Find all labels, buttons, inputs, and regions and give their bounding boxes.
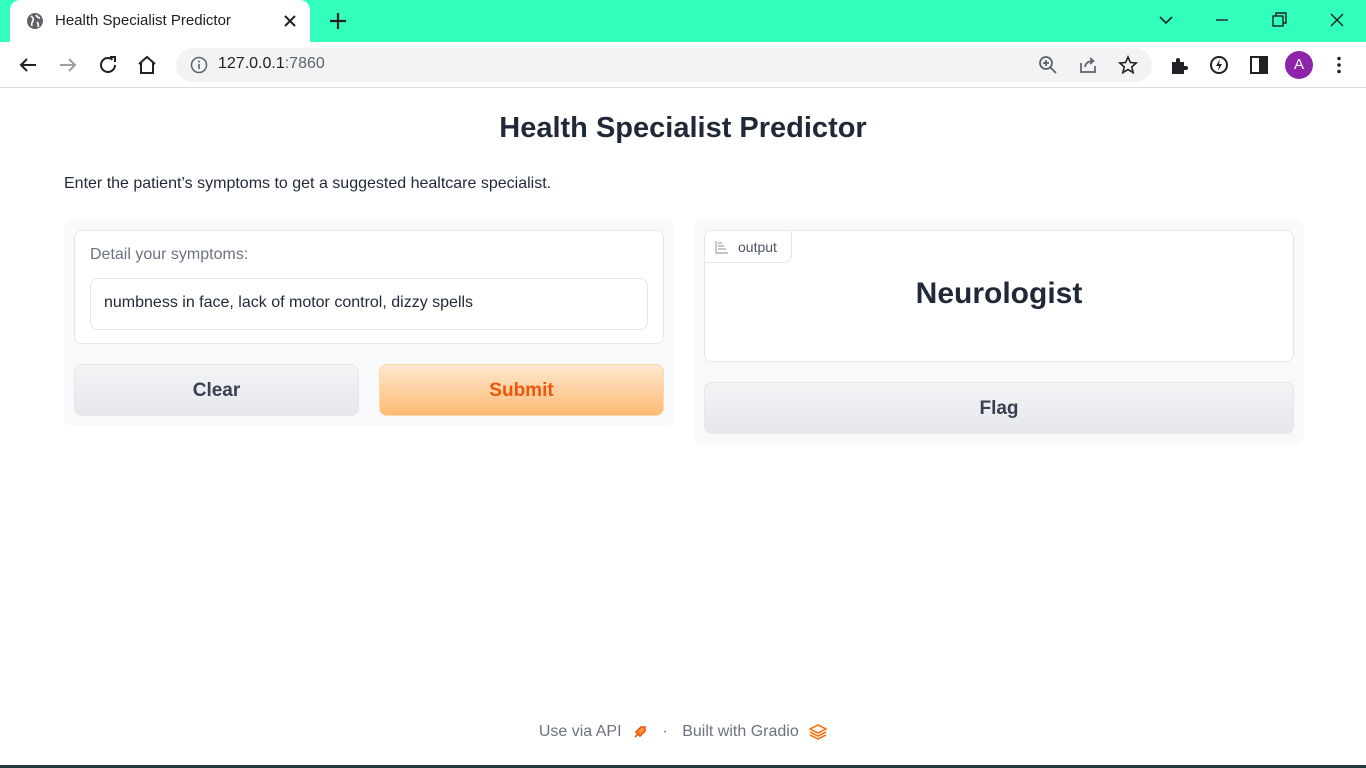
browser-toolbar: 127.0.0.1:7860 A [0,42,1366,88]
forward-icon[interactable] [56,53,80,77]
symptoms-input-value: numbness in face, lack of motor control,… [104,294,474,311]
zoom-icon[interactable] [1037,54,1059,76]
home-icon[interactable] [135,53,159,77]
share-icon[interactable] [1077,54,1099,76]
built-with-gradio-link[interactable]: Built with Gradio [682,723,799,740]
browser-tab[interactable]: Health Specialist Predictor [10,0,310,42]
output-label: output [738,239,777,255]
symptoms-input[interactable]: numbness in face, lack of motor control,… [90,278,648,330]
restore-icon[interactable] [1267,8,1291,32]
side-panel-icon[interactable] [1247,53,1271,77]
flag-button[interactable]: Flag [704,382,1294,434]
tab-strip: Health Specialist Predictor [0,0,1366,42]
use-via-api-link[interactable]: Use via API [539,723,622,740]
avatar[interactable]: A [1285,51,1313,79]
clear-button[interactable]: Clear [74,364,359,416]
label-icon [715,241,728,254]
menu-icon[interactable] [1327,53,1351,77]
output-panel: output Neurologist Flag [694,220,1304,444]
window-close-icon[interactable] [1325,8,1349,32]
submit-button[interactable]: Submit [379,364,664,416]
page-title: Health Specialist Predictor [499,112,867,144]
page-description: Enter the patient’s symptoms to get a su… [64,175,552,192]
close-icon[interactable] [280,11,300,31]
footer-separator: · [662,723,668,740]
extensions-icon[interactable] [1167,53,1191,77]
url-text: 127.0.0.1:7860 [218,55,325,72]
gradio-logo-icon [808,724,828,740]
globe-icon [27,13,43,29]
chevron-down-icon[interactable] [1154,8,1178,32]
output-value: Neurologist [915,277,1083,310]
minimize-icon[interactable] [1210,8,1234,32]
star-icon[interactable] [1117,54,1139,76]
symptoms-label: Detail your symptoms: [90,246,249,263]
info-icon[interactable] [190,56,208,74]
symptoms-block: Detail your symptoms: numbness in face, … [74,230,664,344]
address-bar[interactable]: 127.0.0.1:7860 [176,48,1152,82]
rocket-icon [634,726,646,738]
plus-icon[interactable] [326,9,350,33]
reload-icon[interactable] [96,53,120,77]
output-block: output Neurologist [704,230,1294,362]
performance-icon[interactable] [1207,53,1231,77]
tab-title: Health Specialist Predictor [55,12,231,29]
output-tag: output [705,231,792,263]
footer: Use via API · Built with Gradio [0,723,1366,741]
input-panel: Detail your symptoms: numbness in face, … [64,220,674,426]
back-icon[interactable] [16,53,40,77]
